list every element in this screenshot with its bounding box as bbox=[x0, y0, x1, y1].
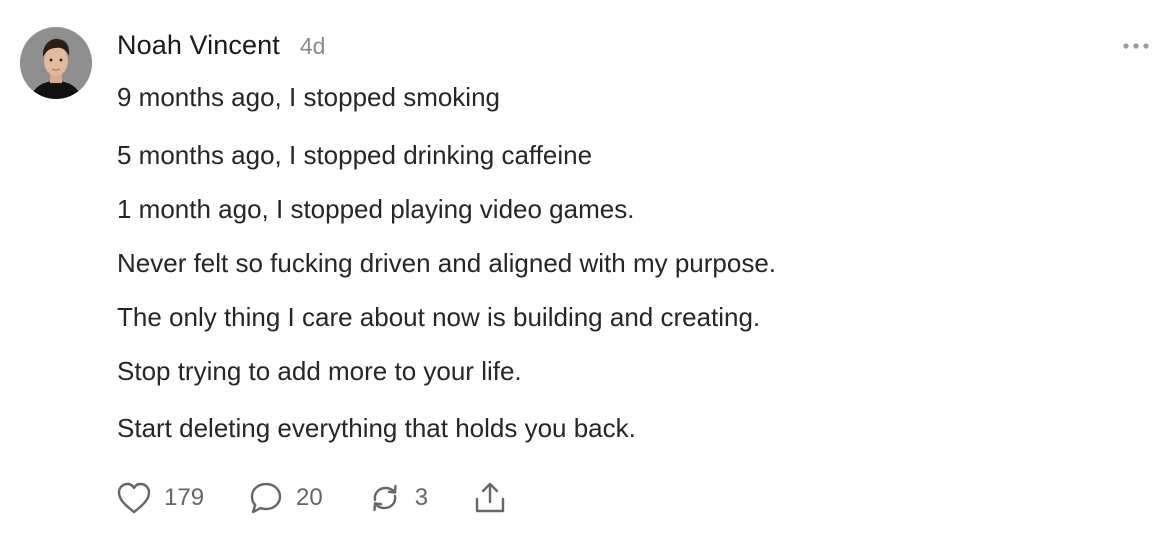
share-button[interactable] bbox=[472, 480, 508, 516]
repost-count: 3 bbox=[414, 484, 429, 511]
reply-count: 20 bbox=[296, 484, 323, 511]
post-text-line: 5 months ago, I stopped drinking caffein… bbox=[117, 140, 593, 170]
post-actions: 179 20 3 bbox=[116, 478, 552, 518]
post-header: Noah Vincent 4d bbox=[117, 30, 325, 61]
avatar-image bbox=[20, 27, 92, 99]
post-text-line: 1 month ago, I stopped playing video gam… bbox=[117, 194, 635, 224]
repost-button[interactable]: 3 bbox=[367, 480, 428, 516]
share-icon bbox=[475, 482, 505, 513]
post: Noah Vincent 4d 9 months ago, I stopped … bbox=[0, 0, 1176, 544]
like-count: 179 bbox=[164, 484, 205, 511]
comment-bubble-icon bbox=[250, 482, 282, 514]
avatar[interactable] bbox=[20, 27, 92, 99]
post-text-line: 9 months ago, I stopped smoking bbox=[117, 82, 501, 112]
heart-icon bbox=[117, 482, 151, 514]
author-name[interactable]: Noah Vincent bbox=[117, 30, 280, 61]
like-button[interactable]: 179 bbox=[116, 481, 204, 515]
post-text-line: Start deleting everything that holds you… bbox=[117, 413, 636, 443]
post-text-line: Stop trying to add more to your life. bbox=[117, 356, 522, 386]
post-text-line: Never felt so fucking driven and aligned… bbox=[117, 248, 777, 278]
repost-icon bbox=[373, 484, 397, 512]
more-horizontal-icon bbox=[1123, 43, 1149, 49]
post-text-line: The only thing I care about now is build… bbox=[117, 302, 761, 332]
reply-button[interactable]: 20 bbox=[248, 480, 323, 516]
more-options-button[interactable] bbox=[1120, 36, 1152, 56]
post-timestamp[interactable]: 4d bbox=[300, 33, 326, 60]
